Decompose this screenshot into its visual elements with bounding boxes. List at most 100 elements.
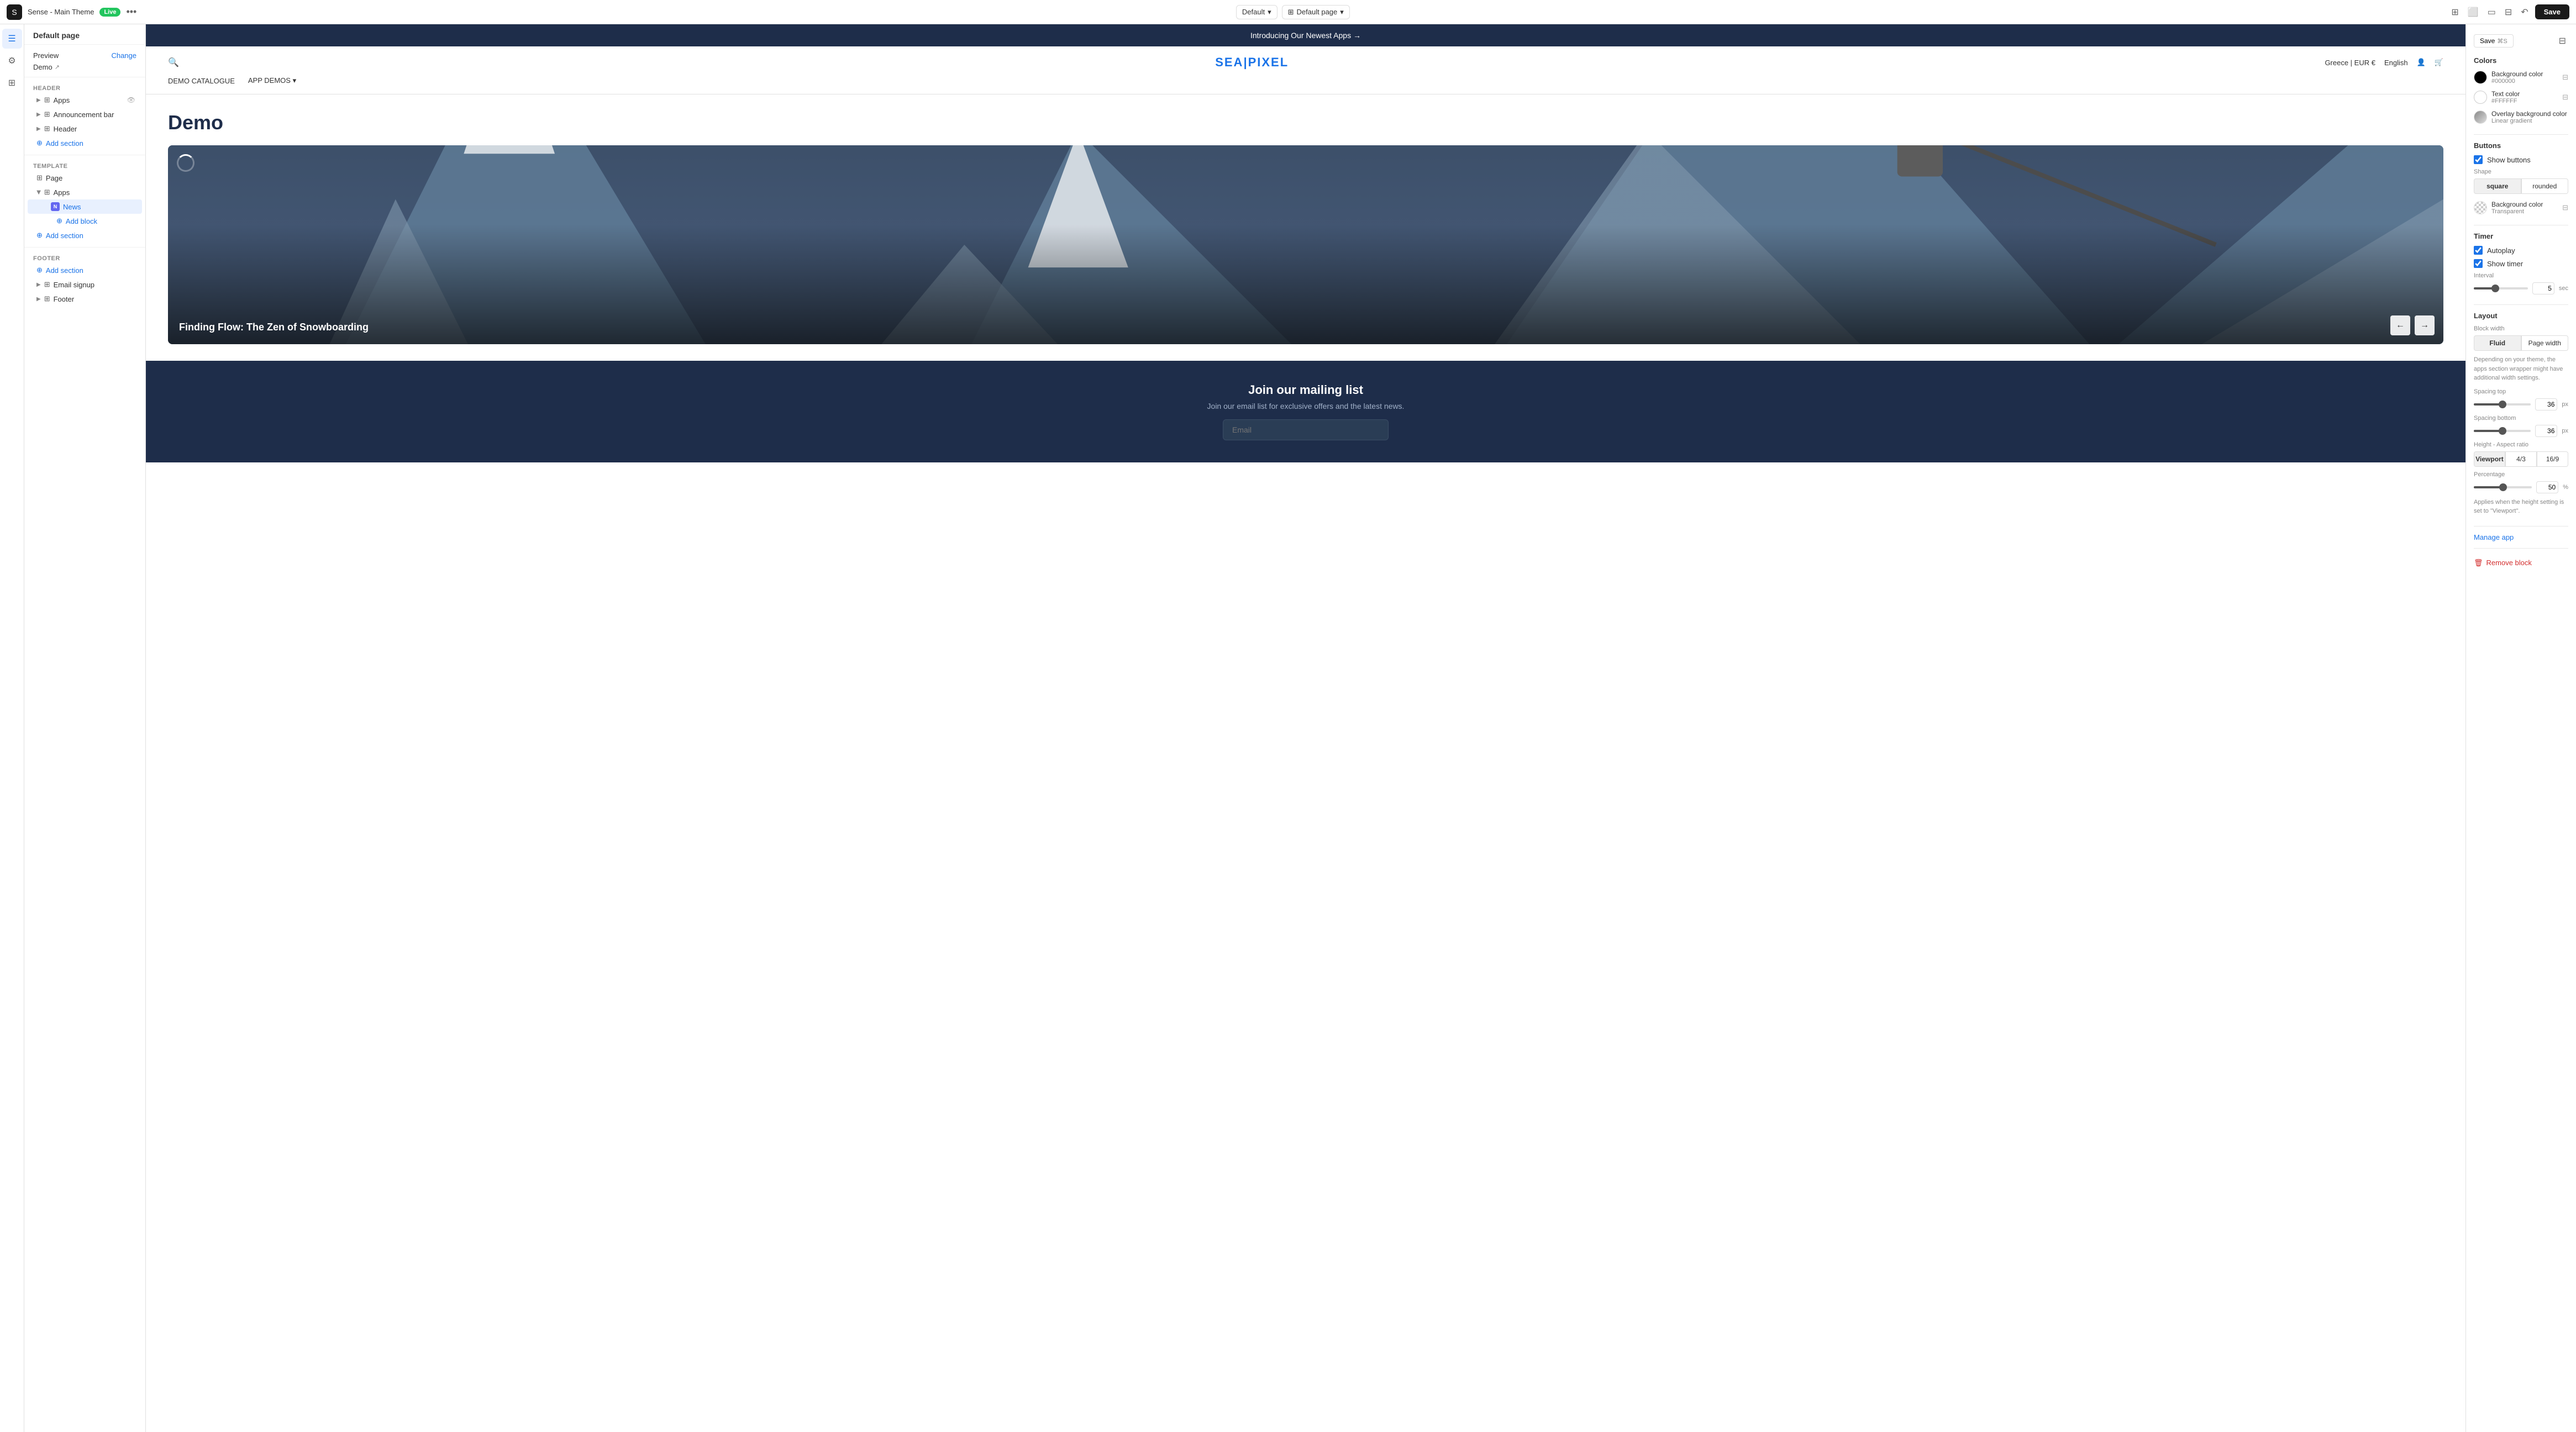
apps-icon[interactable]: ⊞ <box>2 73 22 93</box>
footer-section-label: Footer <box>24 252 145 263</box>
sidebar-item-page[interactable]: ⊞ Page <box>28 171 142 185</box>
locale-text: Greece | EUR € <box>2325 59 2375 67</box>
top-bar: S Sense - Main Theme Live ••• Default ▾ … <box>0 0 2576 24</box>
default-page-selector[interactable]: ⊞ Default page ▾ <box>1282 5 1350 19</box>
add-section-header[interactable]: ⊕ Add section <box>28 136 142 150</box>
chevron-icon5: ▶ <box>36 296 41 302</box>
rp-save-button[interactable]: Save ⌘S <box>2474 34 2514 48</box>
autoplay-checkbox[interactable] <box>2474 246 2483 255</box>
page-title: Default page <box>33 31 136 40</box>
store-header-top: 🔍 SEA|PIXEL Greece | EUR € English 👤 🛒 <box>168 55 2443 70</box>
sense-icon: S <box>7 4 22 20</box>
percentage-row: % <box>2474 481 2568 493</box>
default-selector[interactable]: Default ▾ <box>1236 5 1278 19</box>
shape-rounded-btn[interactable]: rounded <box>2521 178 2569 194</box>
slider-caption: Finding Flow: The Zen of Snowboarding <box>168 310 380 344</box>
fluid-btn[interactable]: Fluid <box>2474 335 2521 351</box>
demo-row: Demo ↗ <box>24 62 145 72</box>
manage-app-link[interactable]: Manage app <box>2474 533 2568 541</box>
overlay-color-swatch[interactable] <box>2474 110 2487 124</box>
copy-icon3[interactable]: ⊟ <box>2562 203 2568 212</box>
percentage-desc: Applies when the height setting is set t… <box>2474 498 2568 516</box>
sidebar-item-header[interactable]: ▶ ⊞ Header <box>28 122 142 136</box>
cart-icon[interactable]: 🛒 <box>2435 58 2443 67</box>
rp-copy-button[interactable]: ⊟ <box>2557 33 2568 49</box>
ratio-4-3-btn[interactable]: 4/3 <box>2505 451 2537 467</box>
page-width-btn[interactable]: Page width <box>2521 335 2569 351</box>
prev-slide-button[interactable]: ← <box>2390 315 2410 335</box>
btn-bg-info: Background color Transparent <box>2491 201 2558 215</box>
next-slide-button[interactable]: → <box>2415 315 2435 335</box>
email-signup-icon: ⊞ <box>44 280 50 289</box>
nav-demo-catalogue[interactable]: DEMO CATALOGUE <box>168 77 235 85</box>
external-link-icon: ↗ <box>55 64 60 71</box>
layout-section: Layout Block width Fluid Page width Depe… <box>2474 312 2568 516</box>
desktop-icon[interactable]: ⊞ <box>2449 4 2461 20</box>
show-buttons-checkbox[interactable] <box>2474 155 2483 164</box>
ratio-16-9-btn[interactable]: 16/9 <box>2537 451 2568 467</box>
viewport-btn[interactable]: Viewport <box>2474 451 2505 467</box>
percentage-thumb[interactable] <box>2499 483 2507 491</box>
sidebar-item-email-signup[interactable]: ▶ ⊞ Email signup <box>28 277 142 292</box>
text-color-row: Text color #FFFFFF ⊟ <box>2474 90 2568 104</box>
interval-value-input[interactable] <box>2532 282 2554 294</box>
btn-bg-swatch[interactable] <box>2474 201 2487 214</box>
sidebar-item-announcement[interactable]: ▶ ⊞ Announcement bar <box>28 107 142 122</box>
sidebar-item-footer[interactable]: ▶ ⊞ Footer <box>28 292 142 306</box>
copy-icon[interactable]: ⊟ <box>2562 73 2568 82</box>
bg-color-swatch[interactable] <box>2474 71 2487 84</box>
more-button[interactable]: ••• <box>126 6 136 18</box>
settings-icon[interactable]: ⚙ <box>2 51 22 71</box>
footer-heading: Join our mailing list <box>168 383 2443 397</box>
height-label: Height - Aspect ratio <box>2474 441 2568 448</box>
nav-chevron-icon: ▾ <box>293 76 297 85</box>
interval-thumb[interactable] <box>2491 285 2499 292</box>
email-input[interactable] <box>1223 419 1389 440</box>
sidebar-item-apps-group[interactable]: ▶ ⊞ Apps <box>28 185 142 199</box>
show-timer-checkbox[interactable] <box>2474 259 2483 268</box>
add-section-footer[interactable]: ⊕ Add section <box>28 263 142 277</box>
spacing-bottom-thumb[interactable] <box>2499 427 2506 435</box>
sidebar-item-apps[interactable]: ▶ ⊞ Apps 👁 <box>28 93 142 107</box>
grid-icon[interactable]: ⊟ <box>2503 4 2514 20</box>
show-timer-label: Show timer <box>2487 260 2523 268</box>
timer-title: Timer <box>2474 232 2568 240</box>
shape-row: square rounded <box>2474 178 2568 194</box>
spacing-top-input[interactable] <box>2535 398 2557 410</box>
mobile-icon[interactable]: ▭ <box>2485 4 2498 20</box>
left-panel: Default page Preview Change Demo ↗ Heade… <box>24 24 146 1432</box>
right-panel-save-row: Save ⌘S ⊟ <box>2474 33 2568 49</box>
divider4 <box>2474 526 2568 527</box>
shape-square-btn[interactable]: square <box>2474 178 2521 194</box>
show-buttons-label: Show buttons <box>2487 156 2531 164</box>
percentage-track <box>2474 486 2532 488</box>
nav-app-demos[interactable]: APP DEMOS ▾ <box>248 76 296 85</box>
sidebar-item-news[interactable]: N News <box>28 199 142 214</box>
footer-signup: Join our mailing list Join our email lis… <box>146 361 2465 462</box>
tablet-icon[interactable]: ⬜ <box>2465 4 2481 20</box>
remove-block-button[interactable]: 🗑 Remove block <box>2474 555 2568 571</box>
loader-indicator <box>177 154 194 172</box>
spacing-top-thumb[interactable] <box>2499 401 2506 408</box>
spacing-bottom-input[interactable] <box>2535 425 2557 437</box>
save-button[interactable]: Save <box>2535 4 2569 19</box>
footer-section: Footer ⊕ Add section ▶ ⊞ Email signup ▶ … <box>24 247 145 310</box>
news-slider: Finding Flow: The Zen of Snowboarding ← … <box>168 145 2443 344</box>
nav-app-demos-label: APP DEMOS <box>248 76 291 85</box>
layout-title: Layout <box>2474 312 2568 320</box>
add-section-template[interactable]: ⊕ Add section <box>28 228 142 243</box>
chevron-icon3: ▶ <box>36 126 41 132</box>
search-icon[interactable]: 🔍 <box>168 57 179 68</box>
copy-icon2[interactable]: ⊟ <box>2562 93 2568 102</box>
change-link[interactable]: Change <box>111 51 136 60</box>
sections-icon[interactable]: ☰ <box>2 29 22 49</box>
percentage-input[interactable] <box>2536 481 2558 493</box>
undo-icon[interactable]: ↶ <box>2519 4 2530 20</box>
add-block-button[interactable]: ⊕ Add block <box>28 214 142 228</box>
text-color-swatch[interactable] <box>2474 91 2487 104</box>
eye-icon[interactable]: 👁 <box>127 96 135 104</box>
account-icon[interactable]: 👤 <box>2417 58 2426 67</box>
page-heading: Demo <box>168 111 2443 134</box>
store-logo: SEA|PIXEL <box>1215 55 1289 70</box>
preview-label: Preview <box>33 51 59 60</box>
